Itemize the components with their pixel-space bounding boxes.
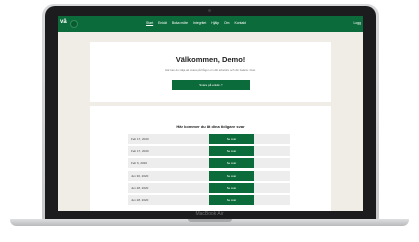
history-title: Här kommer du åt dina tidigare svar (176, 124, 245, 129)
history-row: Jun 30, 2020 Se svar (128, 170, 290, 181)
view-answer-button[interactable]: Se svar (209, 170, 254, 181)
view-answer-button[interactable]: Se svar (209, 182, 254, 193)
device-brand-label: MacBook Air (195, 211, 224, 217)
browser-viewport: vä Start Enkät Boka möte Integritet Hjäl… (58, 16, 363, 211)
view-answer-button[interactable]: Se svar (209, 146, 254, 157)
view-answer-button[interactable]: Se svar (209, 158, 254, 169)
history-row: Jun 28, 2020 Se svar (128, 182, 290, 193)
nav-link-om[interactable]: Om (224, 21, 229, 25)
nav-links: Start Enkät Boka möte Integritet Hjälp O… (146, 21, 246, 25)
history-list: Feb 17, 2020 Se svar Feb 17, 2020 Se sva… (128, 134, 290, 207)
nav-link-hjalp[interactable]: Hjälp (211, 21, 219, 25)
nav-link-boka-mote[interactable]: Boka möte (172, 21, 188, 25)
nav-link-start[interactable]: Start (146, 21, 153, 25)
logo[interactable]: vä (60, 19, 67, 25)
welcome-card: Välkommen, Demo! Här kan du välja att sv… (90, 42, 331, 102)
view-answer-button[interactable]: Se svar (209, 194, 254, 205)
logo-mark-icon (70, 20, 78, 28)
history-card: Här kommer du åt dina tidigare svar Feb … (90, 106, 331, 211)
history-row: Feb 6, 2020 Se svar (128, 158, 290, 169)
laptop-notch (188, 219, 232, 222)
camera-icon (208, 9, 211, 12)
row-date: Jun 28, 2020 (131, 185, 149, 190)
row-date: Jun 30, 2020 (131, 173, 149, 178)
welcome-title: Välkommen, Demo! (175, 55, 246, 64)
nav-link-kontakt[interactable]: Kontakt (234, 21, 246, 25)
nav-link-integritet[interactable]: Integritet (193, 21, 206, 25)
nav-link-enkat[interactable]: Enkät (158, 21, 167, 25)
logout-link[interactable]: Logg (353, 21, 361, 25)
welcome-subtitle: Här kan du välja att svara på frågor om … (165, 68, 256, 72)
top-navbar: vä Start Enkät Boka möte Integritet Hjäl… (58, 16, 363, 32)
history-row: Feb 17, 2020 Se svar (128, 134, 290, 144)
history-row: Jun 28, 2020 Se svar (128, 194, 290, 205)
view-answer-button[interactable]: Se svar (209, 134, 254, 144)
row-date: Feb 6, 2020 (131, 161, 148, 166)
history-row: Feb 17, 2020 Se svar (128, 146, 290, 157)
row-date: Jun 28, 2020 (131, 197, 149, 202)
row-date: Feb 17, 2020 (131, 137, 149, 141)
row-date: Feb 17, 2020 (131, 149, 149, 154)
answer-survey-button[interactable]: Svara på enkät ↗ (172, 80, 250, 90)
